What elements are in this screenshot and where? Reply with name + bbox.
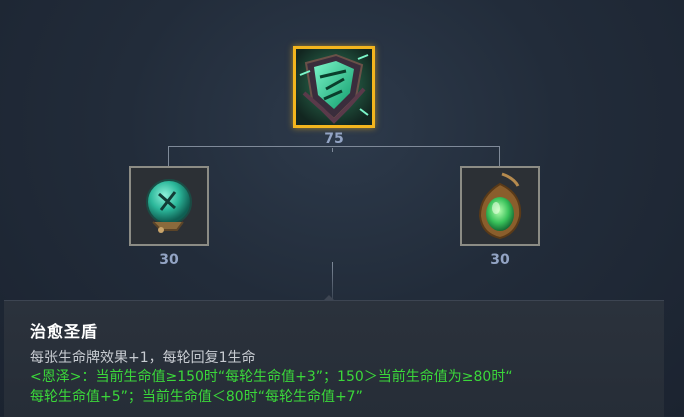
component-cost-left: 30 bbox=[159, 252, 179, 268]
item-description: 每张生命牌效果+1，每轮回复1生命 bbox=[30, 350, 256, 366]
component-cost-right: 30 bbox=[490, 252, 510, 268]
jade-orb-icon bbox=[131, 168, 207, 244]
grace-effect-line-2: 每轮生命值+5”；当前生命值＜80时“每轮生命值+7” bbox=[30, 389, 363, 405]
tree-connector-left bbox=[168, 146, 169, 166]
item-recipe-tree: 75 30 30 bbox=[0, 0, 684, 302]
item-tooltip-panel: 治愈圣盾 每张生命牌效果+1，每轮回复1生命 <恩泽>：当前生命值≥150时“每… bbox=[4, 300, 664, 417]
result-item-cost: 75 bbox=[324, 131, 344, 147]
result-item-slot[interactable] bbox=[293, 46, 375, 128]
tree-connector-right bbox=[499, 146, 500, 166]
grace-effect-line-1: <恩泽>：当前生命值≥150时“每轮生命值+3”；150＞当前生命值为≥80时“ bbox=[30, 369, 513, 385]
component-slot-right[interactable] bbox=[460, 166, 540, 246]
item-title: 治愈圣盾 bbox=[30, 322, 99, 341]
jade-shield-icon bbox=[296, 49, 372, 125]
item-grace-effect: <恩泽>：当前生命值≥150时“每轮生命值+3”；150＞当前生命值为≥80时“… bbox=[30, 367, 650, 407]
component-slot-left[interactable] bbox=[129, 166, 209, 246]
jade-amulet-icon bbox=[462, 168, 538, 244]
tree-connector-vertical-top bbox=[332, 148, 333, 152]
